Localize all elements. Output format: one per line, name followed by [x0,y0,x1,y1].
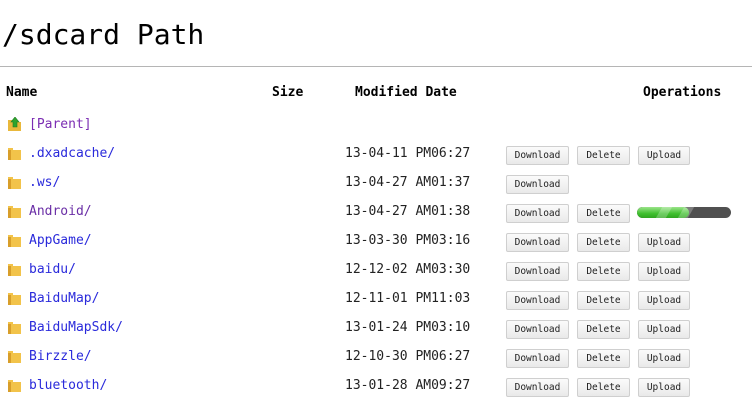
upload-progress-bar [637,207,731,218]
parent-link[interactable]: [Parent] [29,117,92,132]
delete-button[interactable]: Delete [577,146,630,165]
download-button[interactable]: Download [506,291,569,310]
modified-date: 13-04-27 AM01:37 [345,175,471,190]
table-row: BaiduMapSdk/13-01-24 PM03:10 Download Dele… [0,316,752,345]
folder-icon [8,206,21,218]
upload-button[interactable]: Upload [638,146,690,165]
modified-date: 13-01-24 PM03:10 [345,320,471,335]
download-button[interactable]: Download [506,146,569,165]
download-button[interactable]: Download [506,233,569,252]
upload-button[interactable]: Upload [638,291,690,310]
folder-icon [8,322,21,334]
modified-date: 12-11-01 PM11:03 [345,291,471,306]
download-button[interactable]: Download [506,378,569,397]
folder-link[interactable]: BaiduMap/ [29,291,99,306]
folder-icon [8,148,21,160]
delete-button[interactable]: Delete [577,262,630,281]
table-row: .dxadcache/13-04-11 PM06:27 Download Delet… [0,142,752,171]
folder-link[interactable]: Android/ [29,204,92,219]
download-button[interactable]: Download [506,262,569,281]
upload-button[interactable]: Upload [638,349,690,368]
modified-date: 12-12-02 AM03:30 [345,262,471,277]
table-row: baidu/12-12-02 AM03:30 Download Delete Uplo… [0,258,752,287]
folder-icon [8,177,21,189]
upload-button[interactable]: Upload [638,378,690,397]
folder-icon [8,380,21,392]
folder-icon [8,264,21,276]
upload-button[interactable]: Upload [638,320,690,339]
table-row: BaiduMap/12-11-01 PM11:03 Download Delete U… [0,287,752,316]
folder-link[interactable]: .dxadcache/ [29,146,115,161]
modified-date: 13-04-11 PM06:27 [345,146,471,161]
table-row: bluetooth/13-01-28 AM09:27 Download Delete… [0,374,752,403]
folder-link[interactable]: AppGame/ [29,233,92,248]
folder-icon [8,293,21,305]
upload-button[interactable]: Upload [638,233,690,252]
table-row: .ws/13-04-27 AM01:37 Download [0,171,752,200]
download-button[interactable]: Download [506,204,569,223]
parent-folder-icon [8,117,21,131]
folder-icon [8,351,21,363]
modified-date: 13-01-28 AM09:27 [345,378,471,393]
delete-button[interactable]: Delete [577,378,630,397]
delete-button[interactable]: Delete [577,291,630,310]
download-button[interactable]: Download [506,175,569,194]
header-operations: Operations [643,85,722,100]
table-row: Birzzle/12-10-30 PM06:27 Download Delete Up… [0,345,752,374]
delete-button[interactable]: Delete [577,204,630,223]
download-button[interactable]: Download [506,320,569,339]
table-row: Android/13-04-27 AM01:38 Download Delete [0,200,752,229]
modified-date: 13-04-27 AM01:38 [345,204,471,219]
modified-date: 13-03-30 PM03:16 [345,233,471,248]
header-name: Name [6,85,38,100]
download-button[interactable]: Download [506,349,569,368]
header-modified-date: Modified Date [355,85,457,100]
table-row: AppGame/13-03-30 PM03:16 Download Delete Up… [0,229,752,258]
header-size: Size [272,85,304,100]
folder-link[interactable]: .ws/ [29,175,60,190]
folder-icon [8,235,21,247]
delete-button[interactable]: Delete [577,320,630,339]
folder-link[interactable]: BaiduMapSdk/ [29,320,123,335]
modified-date: 12-10-30 PM06:27 [345,349,471,364]
folder-link[interactable]: baidu/ [29,262,76,277]
delete-button[interactable]: Delete [577,233,630,252]
delete-button[interactable]: Delete [577,349,630,368]
folder-link[interactable]: bluetooth/ [29,378,107,393]
parent-row: [Parent] [0,113,752,142]
folder-link[interactable]: Birzzle/ [29,349,92,364]
upload-button[interactable]: Upload [638,262,690,281]
title-divider [0,66,752,67]
page-title: /sdcard Path [2,18,205,51]
